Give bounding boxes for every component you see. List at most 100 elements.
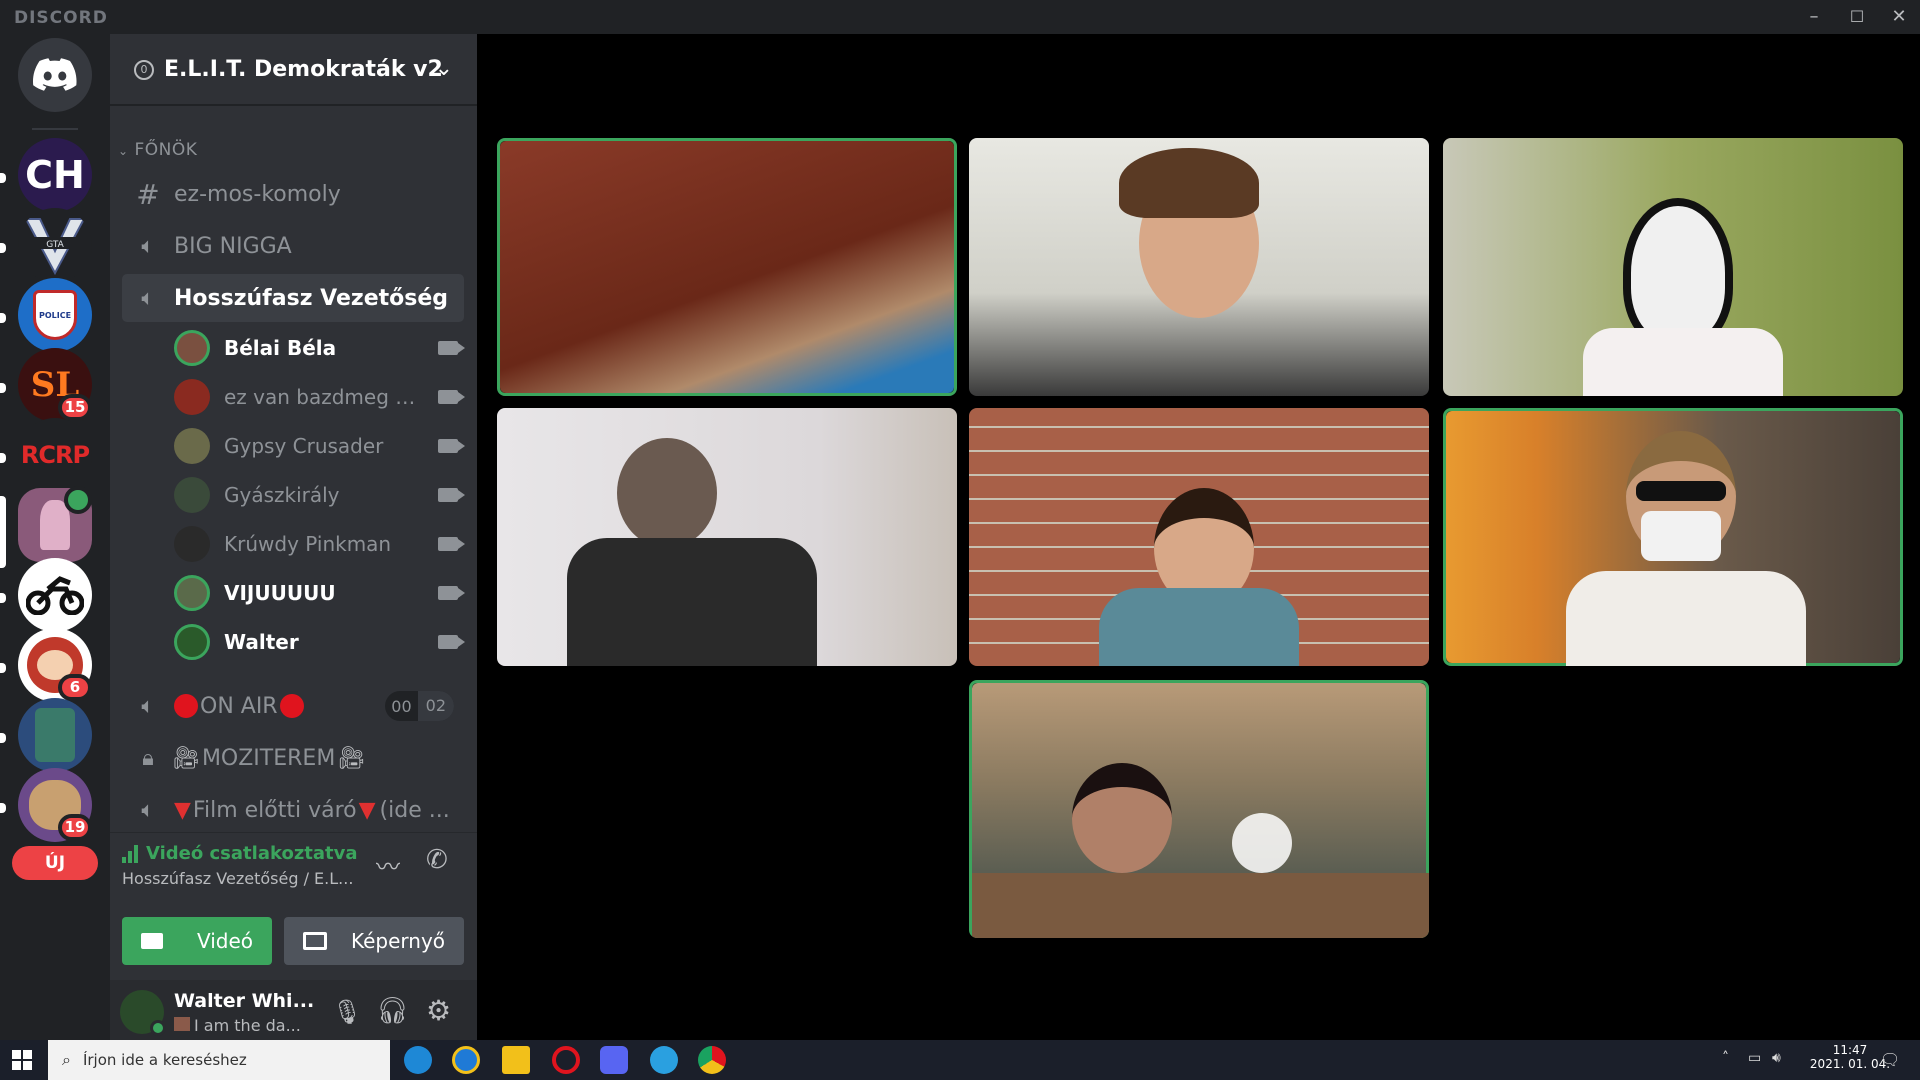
video-tile[interactable] <box>497 408 957 666</box>
windows-taskbar: ⌕ Írjon ide a kereséshez ˄ ▭ 🔊︎ 11:47 20… <box>0 1040 1920 1080</box>
voice-location-link[interactable]: Hosszúfasz Vezetőség / E.L... <box>122 869 362 888</box>
discord-logo-icon <box>33 58 77 91</box>
video-feed <box>500 141 954 393</box>
server-ch[interactable]: CH <box>18 138 92 212</box>
server-header[interactable]: 0 E.L.I.T. Demokraták v2 ⌄ <box>110 34 477 106</box>
screen-share-icon <box>302 932 327 950</box>
title-bar: DISCORD – ☐ ✕ <box>0 0 1920 34</box>
taskbar-search[interactable]: ⌕ Írjon ide a kereséshez <box>48 1040 390 1080</box>
disconnect-call-icon[interactable]: ✆ <box>426 845 448 875</box>
chevron-down-icon: ⌄ <box>434 56 453 81</box>
mention-badge: 19 <box>58 814 92 841</box>
channel-voice-active[interactable]: 🔈︎ Hosszúfasz Vezetőség <box>122 274 464 322</box>
video-camera-icon <box>438 341 465 355</box>
channel-voice-big[interactable]: 🔈︎ BIG NIGGA <box>122 222 464 270</box>
video-camera-icon <box>438 390 465 404</box>
video-tile[interactable] <box>1443 408 1903 666</box>
chrome-icon[interactable] <box>698 1046 726 1074</box>
app-brand: DISCORD <box>14 8 108 28</box>
avatar <box>174 526 210 562</box>
noise-suppression-icon[interactable]: 〰︎ <box>376 847 400 882</box>
server-police[interactable]: POLICE <box>18 278 92 352</box>
video-tile[interactable] <box>1443 138 1903 396</box>
video-tile[interactable] <box>497 138 957 396</box>
speaker-icon: 🔈︎ <box>141 693 155 719</box>
microphone-icon[interactable]: 🎙︎ <box>332 998 362 1026</box>
channel-sidebar: 0 E.L.I.T. Demokraták v2 ⌄ ⌄ FŐNÖK # ez-… <box>110 34 477 1040</box>
server-name: E.L.I.T. Demokraták v2 <box>164 56 443 82</box>
network-icon[interactable]: ▭ <box>1748 1050 1761 1066</box>
svg-text:GTA: GTA <box>46 240 64 250</box>
notification-icon[interactable]: 🗨︎ <box>1880 1050 1900 1069</box>
category-header[interactable]: ⌄ FŐNÖK <box>118 140 197 160</box>
video-camera-icon <box>438 537 465 551</box>
messenger-icon[interactable] <box>650 1046 678 1074</box>
speaker-icon: 🔈︎ <box>141 797 155 823</box>
popcorn-icon: ▼ <box>358 797 376 823</box>
settings-gear-icon[interactable]: ⚙ <box>426 994 451 1027</box>
user-panel: Walter Whi... I am the da... 🎙︎ 🎧︎ ⚙ <box>110 980 477 1040</box>
opera-icon[interactable] <box>552 1046 580 1074</box>
maximize-button[interactable]: ☐ <box>1836 0 1878 34</box>
gta-v-logo-icon: GTA <box>24 218 86 275</box>
unread-indicator <box>0 173 6 183</box>
new-unreads-button[interactable]: ÚJ <box>12 846 98 880</box>
avatar <box>174 624 210 660</box>
video-tile[interactable] <box>969 138 1429 396</box>
minimize-button[interactable]: – <box>1793 0 1835 34</box>
close-button[interactable]: ✕ <box>1878 0 1920 34</box>
motorcycle-icon <box>26 576 84 615</box>
voice-user[interactable]: Gyászkirály <box>174 473 465 517</box>
video-feed <box>1446 411 1900 666</box>
video-feed <box>1443 138 1903 396</box>
hashtag-icon: # <box>136 177 160 211</box>
video-feed <box>497 408 957 666</box>
server-game[interactable] <box>18 698 92 772</box>
windows-start-icon[interactable] <box>12 1050 32 1070</box>
channel-voice-mozi[interactable]: 🔒︎ 🎥︎ MOZITEREM 🎥︎ <box>122 734 464 782</box>
voice-user[interactable]: Gypsy Crusader <box>174 424 465 468</box>
voice-user[interactable]: ez van bazdmeg hát... <box>174 375 465 419</box>
user-limit-badge: 00 02 <box>385 691 454 721</box>
channel-text-ez-mos-komoly[interactable]: # ez-mos-komoly <box>122 170 464 218</box>
voice-user[interactable]: Krúwdy Pinkman <box>174 522 465 566</box>
volume-icon[interactable]: 🔊︎ <box>1772 1050 1781 1066</box>
video-camera-icon <box>438 586 465 600</box>
connection-status[interactable]: Videó csatlakoztatva <box>122 843 358 864</box>
video-button[interactable]: Videó <box>122 917 272 965</box>
server-gta-online[interactable]: GTA <box>18 208 92 282</box>
home-button[interactable] <box>18 38 92 112</box>
custom-status: I am the da... <box>174 1016 301 1035</box>
avatar <box>174 379 210 415</box>
internet-explorer-icon[interactable] <box>452 1046 480 1074</box>
film-camera-icon: 🎥︎ <box>337 745 366 771</box>
chevron-up-icon[interactable]: ˄ <box>1722 1050 1729 1066</box>
video-feed <box>972 683 1429 938</box>
avatar <box>174 477 210 513</box>
search-icon: ⌕ <box>62 1050 71 1069</box>
video-camera-icon <box>438 439 465 453</box>
video-live-icon <box>64 486 92 514</box>
voice-user[interactable]: Bélai Béla <box>174 326 465 370</box>
video-feed <box>969 408 1429 666</box>
voice-user[interactable]: Walter <box>174 620 465 664</box>
server-moto[interactable] <box>18 558 92 632</box>
signal-icon <box>122 844 138 863</box>
speaker-icon: 🔈︎ <box>141 285 155 311</box>
edge-icon[interactable] <box>404 1046 432 1074</box>
video-tile[interactable] <box>969 408 1429 666</box>
red-circle-icon <box>279 694 304 718</box>
channel-voice-on-air[interactable]: 🔈︎ ON AIR 00 02 <box>122 682 464 730</box>
voice-user[interactable]: VIJUUUUU <box>174 571 465 615</box>
screen-share-button[interactable]: Képernyő <box>284 917 464 965</box>
film-camera-icon: 🎥︎ <box>172 745 200 771</box>
server-rcrp[interactable]: RCRP <box>18 418 92 492</box>
video-feed <box>969 138 1429 396</box>
discord-taskbar-icon[interactable] <box>600 1046 628 1074</box>
file-explorer-icon[interactable] <box>502 1046 530 1074</box>
video-tile[interactable] <box>969 680 1429 938</box>
mention-badge: 15 <box>58 394 92 421</box>
headphones-icon[interactable]: 🎧︎ <box>376 996 409 1026</box>
channel-voice-film[interactable]: 🔈︎ ▼ Film előtti váró ▼ (ide ... <box>122 786 464 834</box>
username: Walter Whi... <box>174 990 315 1012</box>
